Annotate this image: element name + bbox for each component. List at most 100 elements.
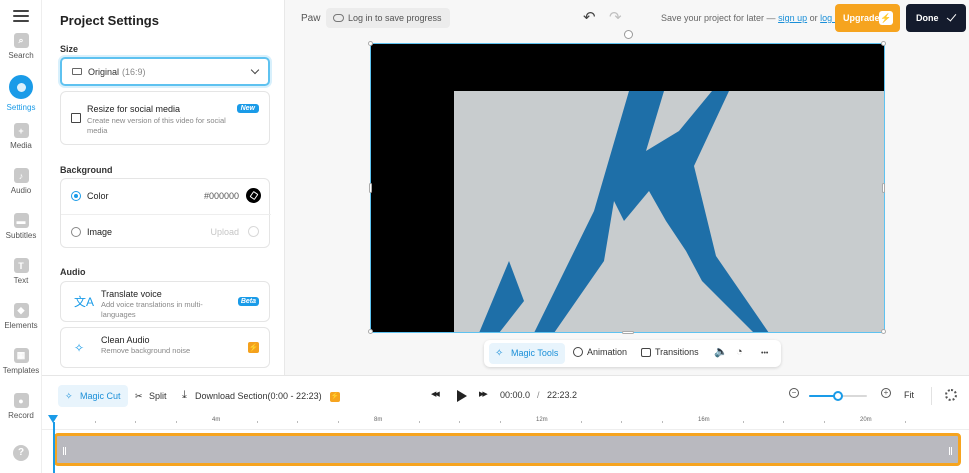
panel-title: Project Settings [60,13,159,28]
rail-item-audio[interactable]: ♪ Audio [0,168,42,195]
animation-button[interactable]: Animation [573,347,627,357]
audio-section-label: Audio [60,267,86,277]
project-name[interactable]: Paw [301,13,320,24]
upload-button[interactable]: Upload [210,227,239,237]
context-toolbar: ✧ Magic Tools Animation Transitions 🔈 ◔ … [484,340,781,367]
rewind-icon[interactable]: ◀◀ [431,389,440,401]
zoom-in-icon[interactable]: + [881,388,891,398]
play-button[interactable] [450,385,472,407]
upgrade-label: Upgrade [843,13,880,23]
rail-item-label: Record [8,411,34,420]
rail-item-label: Media [10,141,32,150]
color-radio[interactable] [71,191,81,201]
save-prompt-text: Save your project for later — [661,13,776,23]
image-label: Image [87,227,113,237]
audio-icon: ♪ [13,168,29,183]
gear-icon[interactable] [945,389,957,401]
download-range: (0:00 - 22:23) [267,391,322,401]
video-preview[interactable] [370,43,885,333]
split-button[interactable]: ✂ Split [135,385,167,407]
magic-cut-icon: ✧ [65,391,73,401]
background-color-option[interactable]: Color #000000 [61,179,271,214]
resize-handle-left[interactable] [369,183,372,193]
ruler-tick [135,421,136,423]
sign-up-link[interactable]: sign up [778,13,807,23]
transitions-icon [641,348,651,357]
background-card: Color #000000 Image Upload [60,178,271,249]
ruler-tick [904,421,906,423]
clip-trim-handle-left[interactable] [63,447,66,455]
elements-icon: ◆ [13,303,29,318]
rail-item-label: Search [8,51,34,60]
size-ratio: (16:9) [122,66,146,77]
color-hex-value[interactable]: #000000 [204,191,239,201]
done-button[interactable]: Done [906,4,966,32]
resize-handle-top-left[interactable] [368,41,373,46]
current-time: 00:00.0 [500,390,531,400]
background-section-label: Background [60,165,113,175]
animation-icon [573,347,583,357]
rail-item-record[interactable]: ● Record [0,393,42,420]
rail-item-search[interactable]: ⌕ Search [0,33,42,60]
bolt-icon: ⚡ [879,11,893,25]
time-ruler[interactable]: 4m 8m 12m 16m 20m [42,415,969,430]
transitions-button[interactable]: Transitions [641,347,699,357]
more-options-icon[interactable]: ••• [761,348,768,360]
zoom-slider-thumb[interactable] [833,391,843,401]
rail-item-text[interactable]: T Text [0,258,42,285]
zoom-slider[interactable] [809,391,867,401]
clean-audio-card[interactable]: ✧ Clean Audio Remove background noise ⚡ [60,327,270,368]
rail-item-templates[interactable]: ▦ Templates [0,348,42,375]
resize-handle-bottom-left[interactable] [368,329,373,334]
color-swatch-icon[interactable] [246,188,261,203]
help-icon[interactable]: ? [13,445,29,461]
rotate-handle[interactable] [624,30,633,39]
background-image-option[interactable]: Image Upload [61,214,271,249]
video-clip[interactable] [54,433,961,466]
login-to-save-chip[interactable]: Log in to save progress [326,8,450,28]
transitions-label: Transitions [655,347,699,357]
rail-item-subtitles[interactable]: ▬ Subtitles [0,213,42,240]
translate-title: Translate voice [101,289,162,299]
upgrade-button[interactable]: Upgrade ⚡ [835,4,900,32]
timeline-toolbar: ✧ Magic Cut ✂ Split ⤓ Download Section(0… [42,375,969,415]
fast-forward-icon[interactable]: ▶▶ [479,389,488,401]
resize-handle-bottom[interactable] [622,331,634,334]
timeline[interactable]: 4m 8m 12m 16m 20m [42,415,969,473]
redo-icon[interactable]: ↷ [609,10,622,25]
subtitles-icon: ▬ [13,213,29,228]
download-section-button[interactable]: ⤓ Download Section(0:00 - 22:23) ⚡ [182,385,341,407]
magic-tools-button[interactable]: ✧ Magic Tools [489,343,566,364]
ruler-label: 4m [212,417,221,423]
rail-item-label: Elements [4,321,38,330]
translate-voice-card[interactable]: 文A Translate voice Add voice translation… [60,281,270,322]
resize-handle-top-right[interactable] [881,41,886,46]
check-icon [946,11,957,22]
resize-social-card[interactable]: Resize for social media Create new versi… [60,91,270,145]
rail-item-elements[interactable]: ◆ Elements [0,303,42,330]
zoom-out-icon[interactable]: − [789,388,799,398]
beta-badge: Beta [237,297,259,306]
size-dropdown[interactable]: Original (16:9) [60,57,270,86]
aspect-ratio-icon [72,68,82,75]
ruler-tick [418,421,420,423]
rail-item-media[interactable]: + Media [0,123,42,150]
clip-trim-handle-right[interactable] [949,447,952,455]
rail-item-label: Templates [2,366,40,375]
resize-handle-bottom-right[interactable] [881,329,886,334]
undo-icon[interactable]: ↶ [583,10,596,25]
magic-cut-button[interactable]: ✧ Magic Cut [58,385,128,407]
volume-icon[interactable]: 🔈 [714,346,728,358]
templates-icon: ▦ [13,348,29,363]
total-duration: 22:23.2 [547,390,578,400]
fit-button[interactable]: Fit [904,390,914,400]
rail-item-settings[interactable]: Settings [0,75,42,112]
menu-icon[interactable] [13,10,29,22]
ruler-tick [783,421,784,423]
resize-handle-right[interactable] [882,183,885,193]
chevron-down-icon [250,65,260,75]
playhead-line [53,422,55,473]
ruler-label: 16m [698,417,710,423]
speed-icon[interactable]: ◔ [736,346,743,358]
image-radio[interactable] [71,227,81,237]
